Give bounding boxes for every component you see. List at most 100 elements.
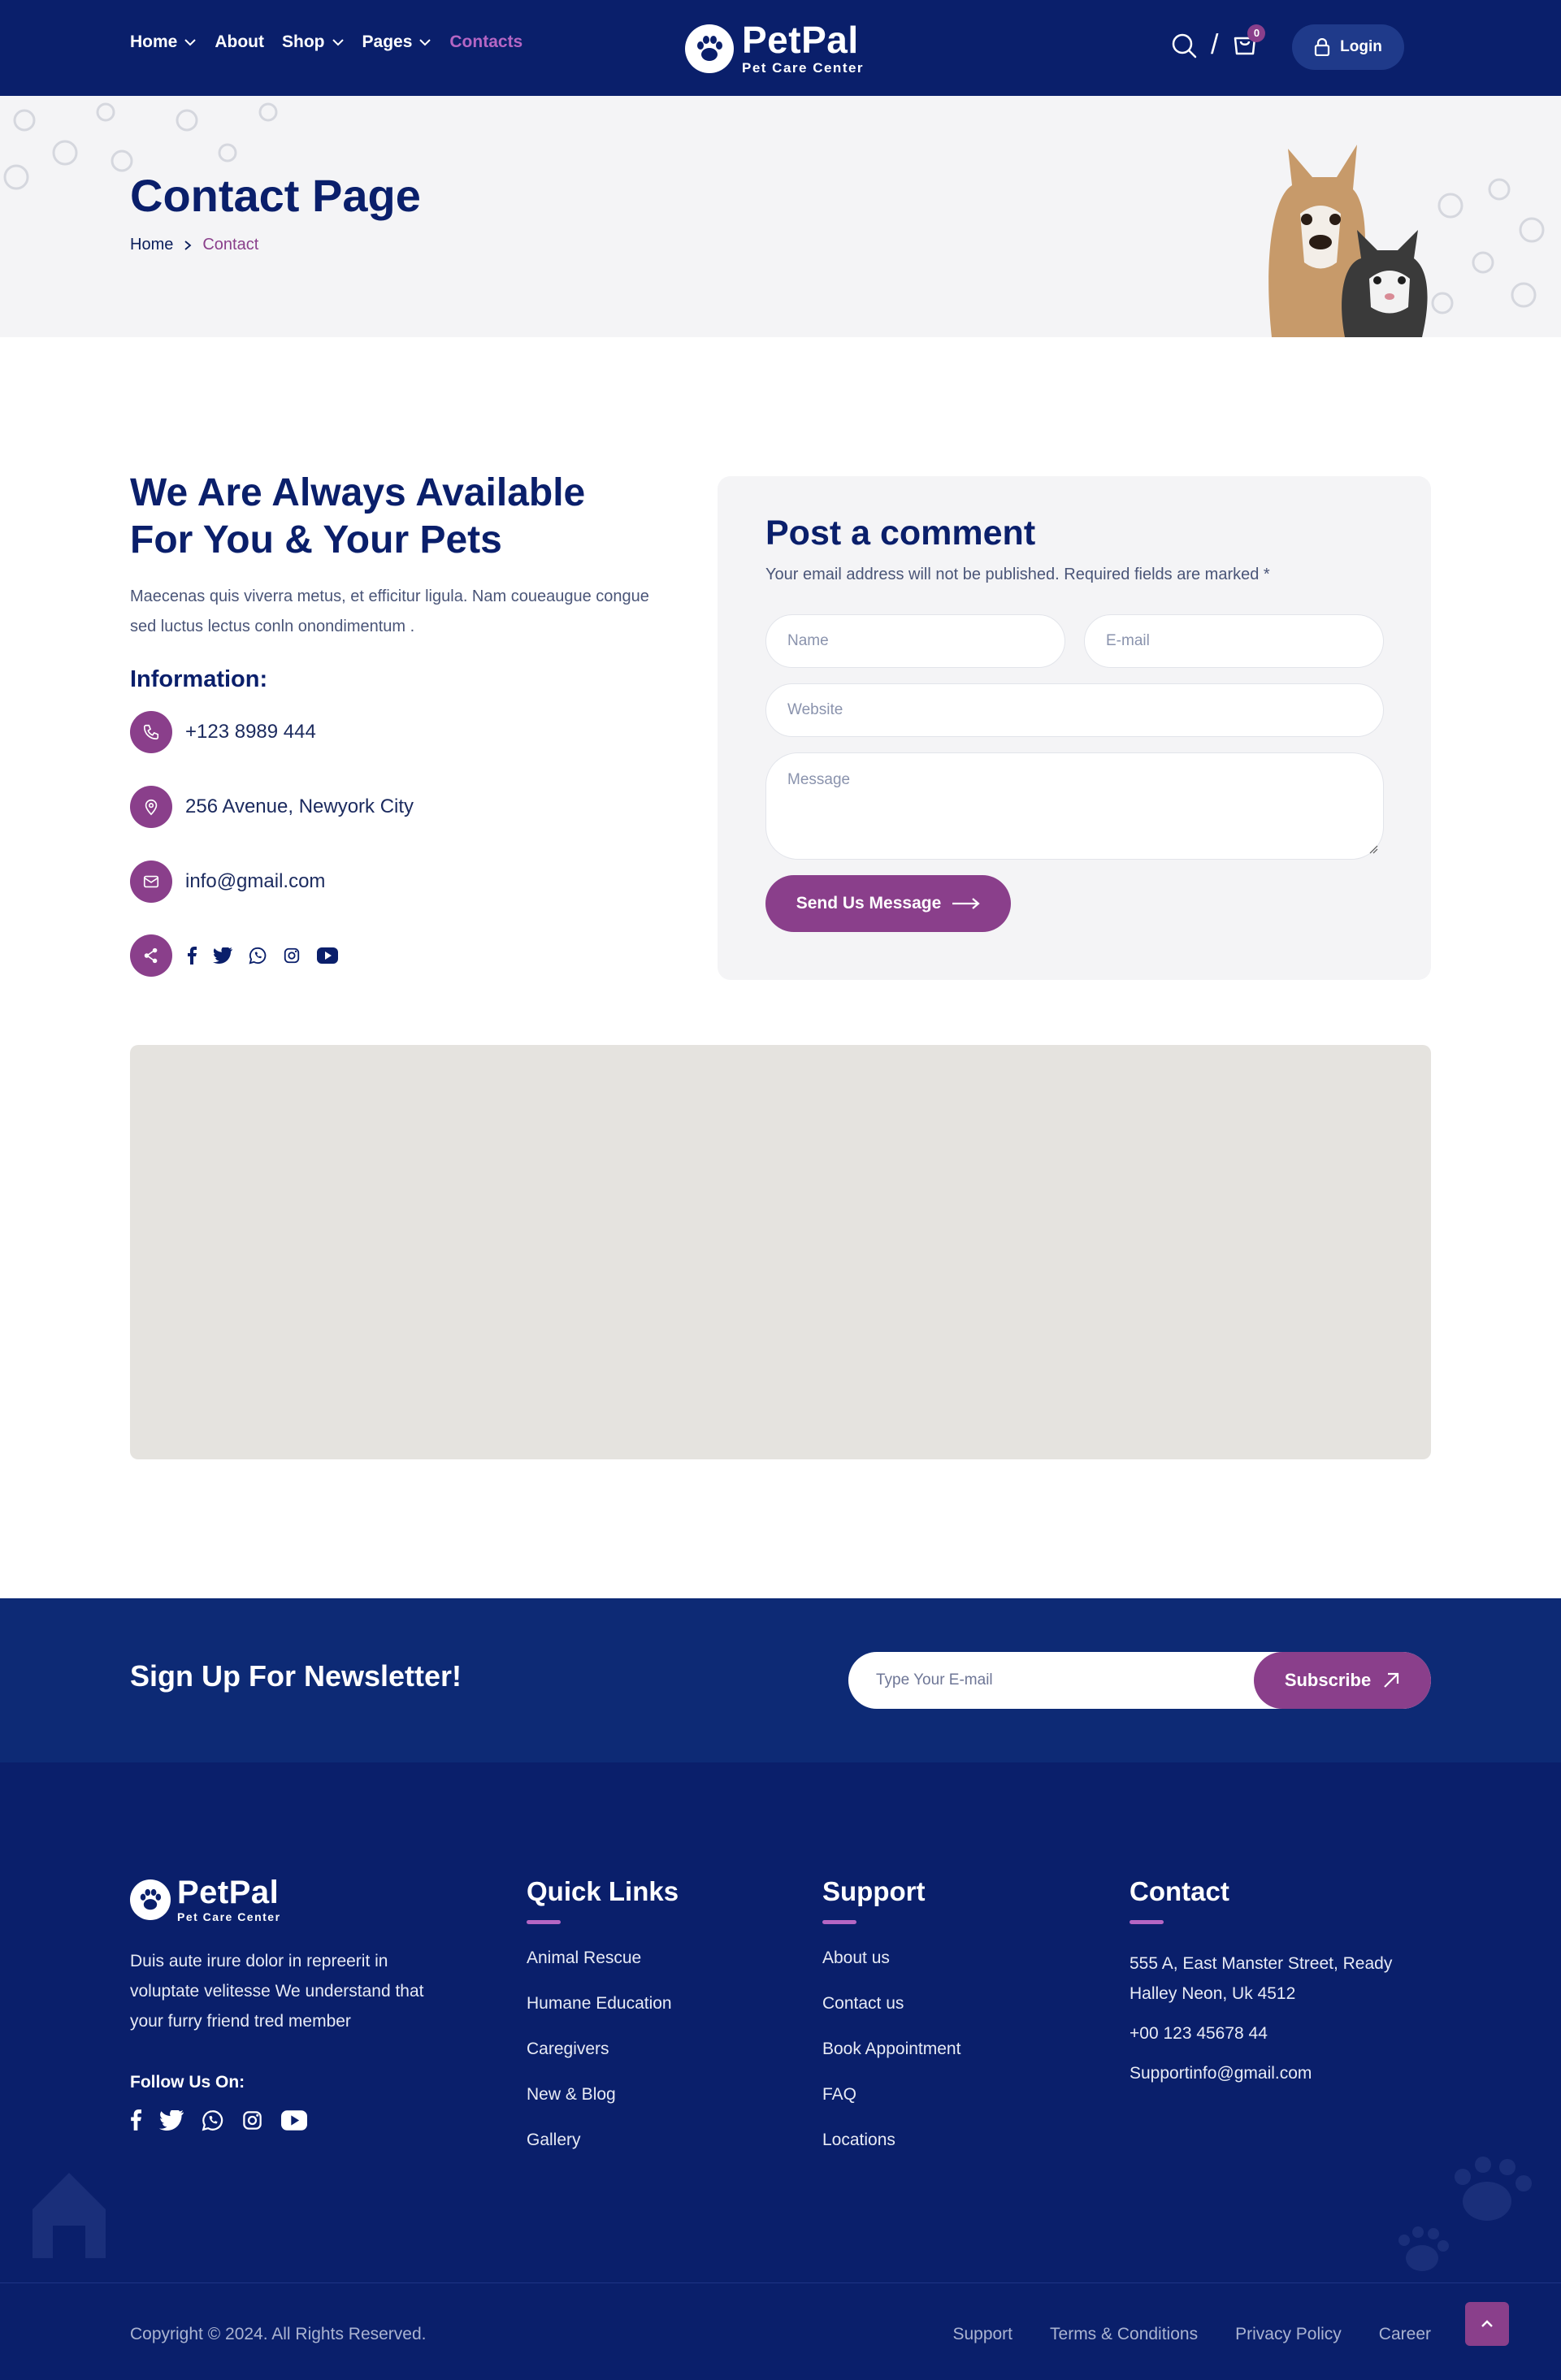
footer-logo[interactable]: PetPal Pet Care Center bbox=[130, 1876, 281, 1923]
message-textarea[interactable]: Message bbox=[765, 752, 1384, 860]
footer-link[interactable]: Animal Rescue bbox=[527, 1949, 679, 1994]
resize-handle-icon[interactable] bbox=[1368, 844, 1378, 854]
phone-row: +123 8989 444 bbox=[130, 711, 316, 753]
title-underline bbox=[527, 1920, 561, 1924]
dog-house-decoration bbox=[33, 2173, 106, 2258]
footer-link[interactable]: Gallery bbox=[527, 2131, 679, 2176]
footer-brand-tagline: Pet Care Center bbox=[177, 1910, 281, 1923]
page-title: Contact Page bbox=[130, 170, 421, 221]
footer-link[interactable]: New & Blog bbox=[527, 2085, 679, 2131]
search-icon[interactable] bbox=[1170, 32, 1198, 59]
youtube-icon[interactable] bbox=[317, 947, 338, 964]
phone-text[interactable]: +123 8989 444 bbox=[185, 721, 316, 743]
bottom-link-terms[interactable]: Terms & Conditions bbox=[1050, 2325, 1198, 2344]
cart-button[interactable]: 0 bbox=[1231, 24, 1266, 61]
map-embed[interactable] bbox=[130, 1045, 1431, 1459]
email-row: info@gmail.com bbox=[130, 861, 325, 903]
bottom-link-support[interactable]: Support bbox=[952, 2325, 1012, 2344]
facebook-icon[interactable] bbox=[187, 947, 197, 965]
form-note: Your email address will not be published… bbox=[765, 566, 1270, 583]
contact-column: Contact 555 A, East Manster Street, Read… bbox=[1130, 1876, 1438, 2088]
paw-logo-icon bbox=[685, 24, 734, 73]
nav-label-home: Home bbox=[130, 33, 178, 51]
nav-item-shop[interactable]: Shop bbox=[282, 33, 345, 52]
lock-icon bbox=[1315, 38, 1330, 56]
subscribe-button[interactable]: Subscribe bbox=[1254, 1652, 1431, 1709]
chevron-down-icon bbox=[184, 39, 197, 46]
info-description: Maecenas quis viverra metus, et efficitu… bbox=[130, 587, 649, 635]
send-message-label: Send Us Message bbox=[796, 894, 942, 913]
name-input[interactable]: Name bbox=[765, 614, 1065, 668]
chevron-down-icon bbox=[332, 39, 344, 46]
nav-item-contacts[interactable]: Contacts bbox=[449, 33, 523, 52]
twitter-icon[interactable] bbox=[159, 2109, 184, 2131]
newsletter-title: Sign Up For Newsletter! bbox=[130, 1659, 462, 1693]
paw-prints-decoration bbox=[1398, 2157, 1532, 2271]
nav-item-about[interactable]: About bbox=[215, 33, 264, 52]
chevron-down-icon bbox=[419, 39, 431, 46]
footer-bottom-links: Support Terms & Conditions Privacy Polic… bbox=[952, 2325, 1431, 2344]
quick-links-title: Quick Links bbox=[527, 1876, 679, 1906]
youtube-icon[interactable] bbox=[281, 2109, 307, 2131]
footer-link[interactable]: FAQ bbox=[822, 2085, 960, 2131]
support-title: Support bbox=[822, 1876, 926, 1906]
quick-links-column: Quick Links Animal Rescue Humane Educati… bbox=[527, 1876, 679, 2176]
twitter-icon[interactable] bbox=[213, 947, 232, 964]
footer-email[interactable]: Supportinfo@gmail.com bbox=[1130, 2058, 1438, 2088]
footer-phone[interactable]: +00 123 45678 44 bbox=[1130, 2018, 1438, 2048]
header-divider: / bbox=[1211, 29, 1219, 60]
message-placeholder: Message bbox=[787, 771, 851, 788]
nav-label-pages: Pages bbox=[362, 33, 413, 51]
facebook-icon[interactable] bbox=[130, 2109, 141, 2131]
breadcrumb-current: Contact bbox=[202, 236, 259, 254]
site-logo[interactable]: PetPal Pet Care Center bbox=[685, 21, 864, 76]
instagram-icon[interactable] bbox=[283, 947, 301, 965]
subscribe-label: Subscribe bbox=[1284, 1670, 1372, 1690]
email-text[interactable]: info@gmail.com bbox=[185, 870, 325, 893]
cart-count-badge: 0 bbox=[1247, 24, 1266, 42]
header-actions: / 0 bbox=[1170, 24, 1266, 61]
chevron-right-icon bbox=[184, 240, 192, 250]
scroll-to-top-button[interactable] bbox=[1465, 2302, 1509, 2346]
brand-name: PetPal bbox=[742, 19, 859, 61]
login-label: Login bbox=[1340, 38, 1382, 55]
footer-link[interactable]: Locations bbox=[822, 2131, 960, 2176]
nav-item-pages[interactable]: Pages bbox=[362, 33, 432, 52]
phone-icon bbox=[130, 711, 172, 753]
footer-link[interactable]: About us bbox=[822, 1949, 960, 1994]
social-row bbox=[130, 934, 338, 977]
paw-logo-icon bbox=[130, 1879, 171, 1920]
dog-and-cat-image bbox=[1268, 145, 1545, 337]
site-footer: PetPal Pet Care Center Duis aute irure d… bbox=[0, 1762, 1561, 2380]
bottom-link-career[interactable]: Career bbox=[1379, 2325, 1431, 2344]
bottom-link-privacy[interactable]: Privacy Policy bbox=[1235, 2325, 1342, 2344]
footer-link[interactable]: Book Appointment bbox=[822, 2040, 960, 2085]
newsletter-email-input[interactable]: Type Your E-mail bbox=[876, 1652, 993, 1709]
footer-description: Duis aute irure dolor in repreerit in vo… bbox=[130, 1952, 424, 2031]
instagram-icon[interactable] bbox=[241, 2109, 263, 2131]
nav-label-contacts: Contacts bbox=[449, 33, 523, 51]
newsletter-section: Sign Up For Newsletter! Type Your E-mail… bbox=[0, 1598, 1561, 1762]
footer-divider bbox=[0, 2282, 1561, 2283]
site-header: Home About Shop Pages Contacts PetPal Pe… bbox=[0, 0, 1561, 96]
follow-us-label: Follow Us On: bbox=[130, 2073, 245, 2092]
footer-link[interactable]: Contact us bbox=[822, 1994, 960, 2040]
title-underline bbox=[1130, 1920, 1164, 1924]
website-input[interactable]: Website bbox=[765, 683, 1384, 737]
breadcrumb-home[interactable]: Home bbox=[130, 236, 173, 254]
login-button[interactable]: Login bbox=[1292, 24, 1404, 70]
nav-item-home[interactable]: Home bbox=[130, 33, 197, 52]
comment-form-card: Post a comment Your email address will n… bbox=[718, 476, 1431, 980]
whatsapp-icon[interactable] bbox=[202, 2109, 223, 2131]
arrow-up-right-icon bbox=[1384, 1672, 1399, 1688]
chevron-up-icon bbox=[1481, 2320, 1493, 2327]
footer-link[interactable]: Humane Education bbox=[527, 1994, 679, 2040]
location-pin-icon bbox=[130, 786, 172, 828]
nav-label-about: About bbox=[215, 33, 265, 51]
main-nav: Home About Shop Pages Contacts bbox=[130, 33, 523, 52]
share-icon bbox=[130, 934, 172, 977]
send-message-button[interactable]: Send Us Message bbox=[765, 875, 1011, 932]
email-input[interactable]: E-mail bbox=[1084, 614, 1384, 668]
whatsapp-icon[interactable] bbox=[249, 947, 267, 965]
footer-link[interactable]: Caregivers bbox=[527, 2040, 679, 2085]
